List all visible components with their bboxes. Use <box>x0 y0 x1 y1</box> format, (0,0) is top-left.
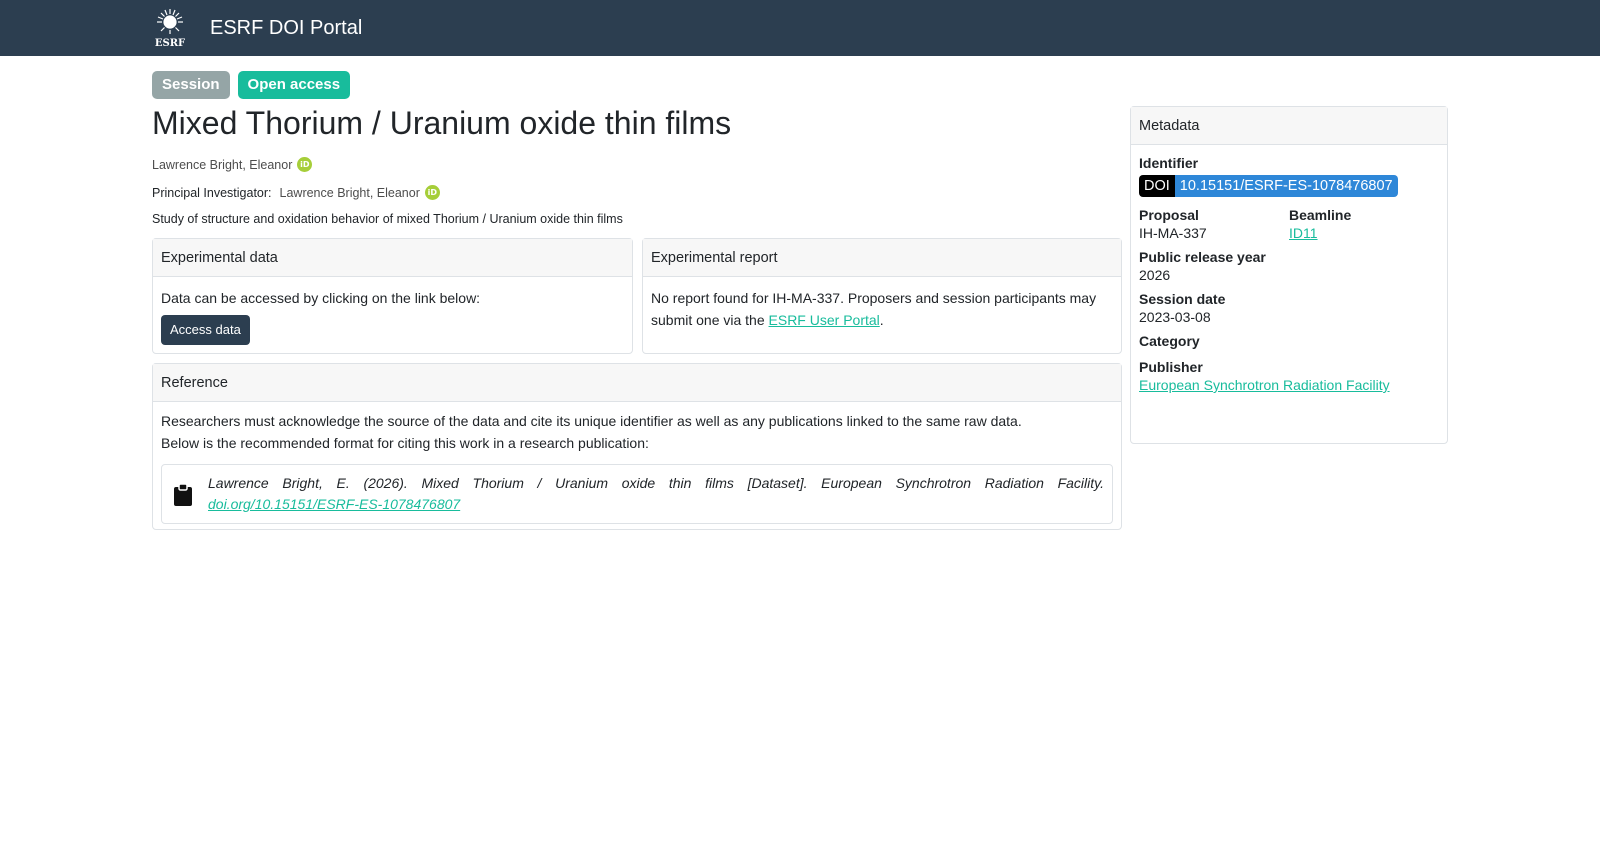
release-year-label: Public release year <box>1139 249 1266 265</box>
top-navbar: ESRF ESRF DOI Portal <box>0 0 1600 56</box>
pi-name: Lawrence Bright, Eleanor <box>279 185 420 200</box>
doi-key: DOI <box>1139 175 1175 197</box>
citation-body: Lawrence Bright, E. (2026). Mixed Thoriu… <box>208 475 1104 491</box>
citation-box: Lawrence Bright, E. (2026). Mixed Thoriu… <box>161 464 1113 524</box>
session-date-value: 2023-03-08 <box>1139 309 1211 325</box>
experimental-report-header: Experimental report <box>643 239 1121 277</box>
svg-text:ESRF: ESRF <box>155 38 185 48</box>
metadata-header: Metadata <box>1131 107 1447 145</box>
author-name: Lawrence Bright, Eleanor <box>152 157 293 172</box>
citation-text: Lawrence Bright, E. (2026). Mixed Thoriu… <box>208 473 1104 515</box>
clipboard-icon[interactable] <box>172 483 194 507</box>
reference-card: Reference Researchers must acknowledge t… <box>152 363 1122 530</box>
pi-label: Principal Investigator: <box>152 185 272 200</box>
release-year-value: 2026 <box>1139 267 1171 283</box>
access-data-button[interactable]: Access data <box>161 315 250 345</box>
sidebar-column: Metadata Identifier DOI 10.15151/ESRF-ES-… <box>1130 106 1448 530</box>
experimental-data-text: Data can be accessed by clicking on the … <box>161 290 481 306</box>
main-column: Mixed Thorium / Uranium oxide thin films… <box>152 99 1122 530</box>
beamline-link[interactable]: ID11 <box>1289 225 1318 241</box>
publisher-label: Publisher <box>1139 359 1203 375</box>
orcid-icon[interactable]: iD <box>424 185 440 200</box>
author-line: Lawrence Bright, Eleanor iD <box>152 157 1122 172</box>
proposal-label: Proposal <box>1139 207 1199 223</box>
experimental-report-text: No report found for IH-MA-337. Proposers… <box>643 277 1121 339</box>
session-badge: Session <box>152 71 230 99</box>
experimental-data-header: Experimental data <box>153 239 632 277</box>
abstract: Study of structure and oxidation behavio… <box>152 212 623 226</box>
orcid-icon[interactable]: iD <box>297 157 313 172</box>
citation-doi-link[interactable]: doi.org/10.15151/ESRF-ES-1078476807 <box>208 496 460 512</box>
doi-badge[interactable]: DOI 10.15151/ESRF-ES-1078476807 <box>1139 175 1398 197</box>
brand-title[interactable]: ESRF DOI Portal <box>210 17 362 40</box>
metadata-card: Metadata Identifier DOI 10.15151/ESRF-ES-… <box>1130 106 1448 444</box>
esrf-logo[interactable]: ESRF <box>152 8 188 48</box>
badges-row: Session Open access <box>152 71 1600 99</box>
experimental-report-card: Experimental report No report found for … <box>642 238 1122 354</box>
category-label: Category <box>1139 333 1200 349</box>
page-container: Session Open access Mixed Thorium / Uran… <box>0 56 1600 530</box>
reference-line-1: Researchers must acknowledge the source … <box>161 413 1022 429</box>
reference-header: Reference <box>153 364 1121 402</box>
proposal-value: IH-MA-337 <box>1139 225 1207 241</box>
esrf-user-portal-link[interactable]: ESRF User Portal <box>769 312 880 328</box>
reference-line-2: Below is the recommended format for citi… <box>161 435 649 451</box>
publisher-link[interactable]: European Synchrotron Radiation Facility <box>1139 377 1390 393</box>
page-title: Mixed Thorium / Uranium oxide thin films <box>152 105 732 141</box>
principal-investigator: Principal Investigator: Lawrence Bright,… <box>152 185 1122 200</box>
open-access-badge: Open access <box>237 71 351 99</box>
session-date-label: Session date <box>1139 291 1226 307</box>
doi-value: 10.15151/ESRF-ES-1078476807 <box>1174 175 1398 197</box>
experimental-data-card: Experimental data Data can be accessed b… <box>152 238 633 354</box>
beamline-label: Beamline <box>1289 207 1352 223</box>
identifier-label: Identifier <box>1139 155 1199 171</box>
report-text-end: . <box>879 312 884 328</box>
